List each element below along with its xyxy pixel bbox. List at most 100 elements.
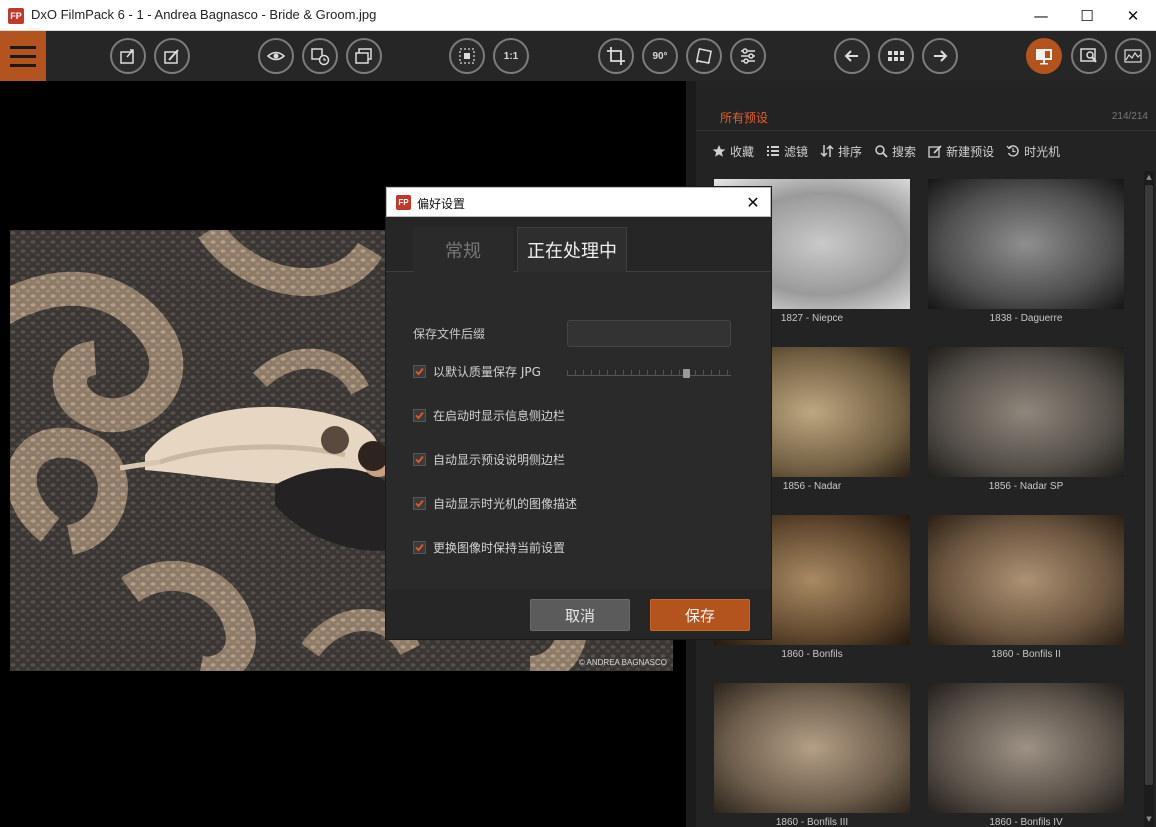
- show-preset-sidebar-option[interactable]: 自动显示预设说明侧边栏: [413, 451, 565, 468]
- scroll-down-icon[interactable]: ▼: [1145, 815, 1153, 825]
- show-info-sidebar-option[interactable]: 在启动时显示信息侧边栏: [413, 407, 565, 424]
- export-to-application-icon: [164, 49, 179, 64]
- show-info-sidebar-label: 在启动时显示信息侧边栏: [433, 409, 566, 423]
- save-suffix-field[interactable]: [567, 320, 731, 347]
- close-window-button[interactable]: ✕: [1110, 0, 1156, 31]
- filmpack-dialog-icon: FP: [396, 195, 411, 210]
- presets-panel-header: 所有预设 214/214: [696, 101, 1156, 131]
- loupe-icon: [1080, 48, 1097, 63]
- previous-image-button[interactable]: [834, 38, 870, 74]
- compare-button[interactable]: [258, 38, 294, 74]
- display-button[interactable]: [1026, 38, 1062, 74]
- preset-label: 1838 - Daguerre: [989, 313, 1063, 324]
- scroll-up-icon[interactable]: ▲: [1145, 173, 1153, 183]
- show-preset-sidebar-label: 自动显示预设说明侧边栏: [433, 453, 566, 467]
- fit-to-screen-button[interactable]: [449, 38, 485, 74]
- grid-view-button[interactable]: [878, 38, 914, 74]
- new-preset-button[interactable]: 新建预设: [928, 141, 994, 161]
- next-image-icon: [934, 50, 948, 62]
- show-time-machine-description-label: 自动显示时光机的图像描述: [433, 497, 578, 511]
- dialog-title: 偏好设置: [417, 197, 466, 211]
- hamburger-menu-button[interactable]: [0, 31, 46, 81]
- export-to-application-button[interactable]: [154, 38, 190, 74]
- preset-label: 1860 - Bonfils IV: [989, 817, 1063, 827]
- slider-knob[interactable]: [683, 369, 690, 378]
- straighten-button[interactable]: [686, 38, 722, 74]
- search-button[interactable]: 搜索: [874, 141, 916, 161]
- cancel-button[interactable]: 取消: [530, 599, 630, 631]
- adjustments-icon: [741, 48, 755, 64]
- export-to-disk-button[interactable]: [110, 38, 146, 74]
- tab-processing[interactable]: 正在处理中: [517, 227, 627, 272]
- dialog-tabs: 常规 正在处理中: [386, 217, 771, 272]
- preset-thumbnail[interactable]: 1856 - Nadar SP: [928, 347, 1124, 508]
- jpg-quality-checkbox[interactable]: [413, 365, 426, 378]
- presets-panel-title[interactable]: 所有预设: [720, 109, 768, 126]
- preset-label: 1856 - Nadar SP: [988, 481, 1064, 492]
- preset-preview-image: [928, 179, 1124, 309]
- adjustments-button[interactable]: [730, 38, 766, 74]
- preferences-dialog: FP 偏好设置 ✕ 常规 正在处理中 保存文件后缀 以默认质量保存 JPG 在启…: [386, 187, 771, 639]
- filter-button[interactable]: 滤镜: [766, 141, 808, 161]
- show-info-sidebar-checkbox[interactable]: [413, 409, 426, 422]
- keep-settings-checkbox[interactable]: [413, 541, 426, 554]
- time-machine-label: 时光机: [1024, 144, 1061, 159]
- checkmark-icon: [415, 499, 424, 508]
- jpg-quality-slider[interactable]: [567, 368, 731, 380]
- tab-general[interactable]: 常规: [413, 227, 513, 272]
- jpg-quality-option[interactable]: 以默认质量保存 JPG: [413, 363, 541, 380]
- slider-track: [567, 375, 731, 376]
- crop-button[interactable]: [598, 38, 634, 74]
- presets-scrollbar[interactable]: ▲ ▼: [1144, 171, 1154, 827]
- scrollbar-thumb[interactable]: [1145, 185, 1153, 785]
- gallery-button[interactable]: [346, 38, 382, 74]
- rotate-90-icon: 90°: [652, 50, 668, 62]
- fit-to-screen-icon: [459, 48, 475, 64]
- checkmark-icon: [415, 367, 424, 376]
- photo-credit: © ANDREA BAGNASCO: [578, 658, 667, 667]
- presets-count: 214/214: [1111, 111, 1148, 122]
- filter-label: 滤镜: [784, 144, 809, 159]
- history-icon: [311, 48, 330, 66]
- preset-thumbnail[interactable]: 1838 - Daguerre: [928, 179, 1124, 340]
- maximize-button[interactable]: ☐: [1064, 0, 1110, 31]
- preset-preview-image: [714, 683, 910, 813]
- presets-toolbar: 收藏 滤镜 排序 搜索 新建预设 时光机: [712, 141, 1060, 161]
- sort-button[interactable]: 排序: [820, 141, 862, 161]
- preset-thumbnail[interactable]: 1860 - Bonfils IV: [928, 683, 1124, 827]
- preset-thumbnail[interactable]: 1860 - Bonfils III: [714, 683, 910, 827]
- export-to-disk-icon: [120, 49, 134, 64]
- compare-eye-icon: [266, 51, 286, 61]
- preset-preview-image: [928, 515, 1124, 645]
- time-machine-button[interactable]: 时光机: [1006, 141, 1060, 161]
- preset-preview-image: [928, 683, 1124, 813]
- show-time-machine-description-option[interactable]: 自动显示时光机的图像描述: [413, 495, 577, 512]
- show-time-machine-description-checkbox[interactable]: [413, 497, 426, 510]
- next-image-button[interactable]: [922, 38, 958, 74]
- loupe-button[interactable]: [1071, 38, 1107, 74]
- preset-label: 1860 - Bonfils III: [775, 817, 849, 827]
- minimize-button[interactable]: —: [1018, 0, 1064, 31]
- save-button[interactable]: 保存: [650, 599, 750, 631]
- show-preset-sidebar-checkbox[interactable]: [413, 453, 426, 466]
- main-toolbar: 1:1 90°: [0, 31, 1156, 81]
- dialog-body: 保存文件后缀 以默认质量保存 JPG 在启动时显示信息侧边栏 自动显示预设说明侧…: [386, 273, 771, 589]
- favorites-button[interactable]: 收藏: [712, 141, 754, 161]
- dialog-close-button[interactable]: ✕: [742, 191, 764, 213]
- zoom-1-1-label: 1:1: [503, 50, 519, 62]
- preset-label: 1860 - Bonfils II: [991, 649, 1061, 660]
- favorites-label: 收藏: [730, 144, 755, 159]
- new-preset-icon: [928, 145, 942, 158]
- preset-thumbnail[interactable]: 1860 - Bonfils II: [928, 515, 1124, 676]
- history-button[interactable]: [302, 38, 338, 74]
- keep-settings-option[interactable]: 更换图像时保持当前设置: [413, 539, 565, 556]
- rotate-90-button[interactable]: 90°: [642, 38, 678, 74]
- search-icon: [875, 145, 888, 158]
- zoom-1-1-button[interactable]: 1:1: [493, 38, 529, 74]
- histogram-button[interactable]: [1115, 38, 1151, 74]
- dialog-footer: 取消 保存: [386, 589, 771, 639]
- sort-icon: [820, 144, 834, 158]
- histogram-icon: [1124, 49, 1142, 63]
- straighten-icon: [695, 47, 713, 65]
- save-suffix-label: 保存文件后缀: [413, 327, 486, 341]
